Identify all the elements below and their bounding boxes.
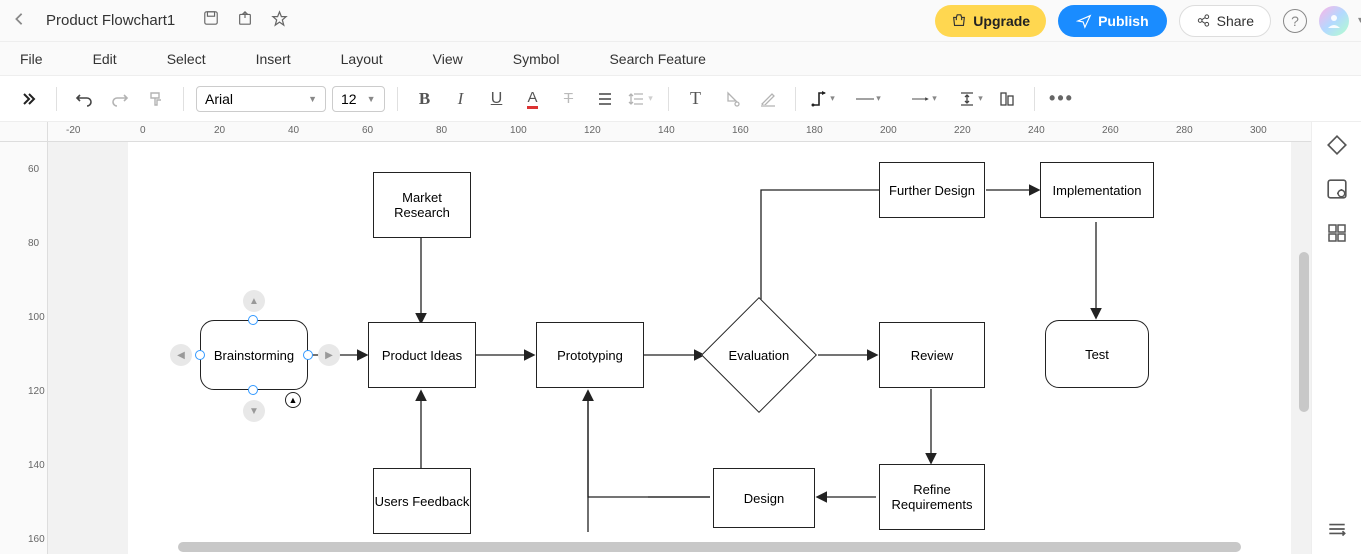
menu-insert[interactable]: Insert bbox=[256, 51, 291, 67]
spacing-icon[interactable]: ▾ bbox=[956, 84, 986, 114]
font-color-icon[interactable]: A bbox=[518, 84, 548, 114]
bold-icon[interactable]: B bbox=[410, 84, 440, 114]
node-eval[interactable]: Evaluation bbox=[718, 314, 800, 396]
sel-arrow-e[interactable]: ▶ bbox=[318, 344, 340, 366]
grid-panel-icon[interactable] bbox=[1324, 220, 1350, 246]
redo-icon[interactable] bbox=[105, 84, 135, 114]
sel-rotate-handle[interactable]: ▲ bbox=[285, 392, 301, 408]
clear-format-icon[interactable]: T bbox=[554, 84, 584, 114]
node-impl[interactable]: Implementation bbox=[1040, 162, 1154, 218]
underline-icon[interactable]: U bbox=[482, 84, 512, 114]
canvas[interactable]: Brainstorming ▲ ▼ ◀ ▶ ▲ Market Research … bbox=[48, 142, 1311, 554]
node-market[interactable]: Market Research bbox=[373, 172, 471, 238]
node-design[interactable]: Design bbox=[713, 468, 815, 528]
sel-handle-s[interactable] bbox=[248, 385, 258, 395]
node-brainstorming[interactable]: Brainstorming bbox=[200, 320, 308, 390]
ruler-left: 60 80 100 120 140 160 bbox=[0, 142, 48, 554]
toolbar: Arial▼ 12▼ B I U A T ▾ T ▾ ▾ ▾ ▾ ••• bbox=[0, 76, 1361, 122]
format-painter-icon[interactable] bbox=[141, 84, 171, 114]
workspace: -20 0 20 40 60 80 100 120 140 160 180 20… bbox=[0, 122, 1361, 554]
node-feedback[interactable]: Users Feedback bbox=[373, 468, 471, 534]
node-proto[interactable]: Prototyping bbox=[536, 322, 644, 388]
publish-button[interactable]: Publish bbox=[1058, 5, 1167, 37]
title-bar: Product Flowchart1 Upgrade Publish Share… bbox=[0, 0, 1361, 42]
title-right: Upgrade Publish Share ? bbox=[935, 5, 1349, 37]
save-icon[interactable] bbox=[203, 10, 219, 32]
help-icon[interactable]: ? bbox=[1283, 9, 1307, 33]
sel-handle-n[interactable] bbox=[248, 315, 258, 325]
align-icon[interactable] bbox=[590, 84, 620, 114]
connector-icon[interactable]: ▾ bbox=[808, 84, 838, 114]
size-select[interactable]: 12▼ bbox=[332, 86, 385, 112]
line-color-icon[interactable] bbox=[753, 84, 783, 114]
menu-search[interactable]: Search Feature bbox=[609, 51, 706, 67]
avatar[interactable] bbox=[1319, 6, 1349, 36]
back-icon[interactable] bbox=[12, 10, 26, 31]
theme-icon[interactable] bbox=[1324, 132, 1350, 158]
arrow-style-icon[interactable]: ▾ bbox=[900, 84, 950, 114]
node-further[interactable]: Further Design bbox=[879, 162, 985, 218]
star-icon[interactable] bbox=[271, 10, 288, 32]
sel-arrow-n[interactable]: ▲ bbox=[243, 290, 265, 312]
v-scrollbar[interactable] bbox=[1299, 252, 1309, 412]
sel-handle-w[interactable] bbox=[195, 350, 205, 360]
settings-panel-icon[interactable] bbox=[1324, 176, 1350, 202]
title-icons bbox=[203, 10, 288, 32]
line-style-icon[interactable]: ▾ bbox=[844, 84, 894, 114]
line-spacing-icon[interactable]: ▾ bbox=[626, 84, 656, 114]
node-test[interactable]: Test bbox=[1045, 320, 1149, 388]
menu-file[interactable]: File bbox=[20, 51, 43, 67]
ruler-corner bbox=[0, 122, 48, 142]
node-ideas[interactable]: Product Ideas bbox=[368, 322, 476, 388]
export-icon[interactable] bbox=[237, 10, 253, 32]
menu-select[interactable]: Select bbox=[167, 51, 206, 67]
layers-icon[interactable] bbox=[1324, 516, 1350, 542]
more-icon[interactable]: ••• bbox=[1047, 84, 1077, 114]
font-select[interactable]: Arial▼ bbox=[196, 86, 326, 112]
menu-layout[interactable]: Layout bbox=[341, 51, 383, 67]
doc-title: Product Flowchart1 bbox=[46, 12, 175, 29]
text-tool-icon[interactable]: T bbox=[681, 84, 711, 114]
fill-icon[interactable] bbox=[717, 84, 747, 114]
sel-arrow-s[interactable]: ▼ bbox=[243, 400, 265, 422]
sel-arrow-w[interactable]: ◀ bbox=[170, 344, 192, 366]
undo-icon[interactable] bbox=[69, 84, 99, 114]
menu-bar: File Edit Select Insert Layout View Symb… bbox=[0, 42, 1361, 76]
ruler-top: -20 0 20 40 60 80 100 120 140 160 180 20… bbox=[48, 122, 1311, 142]
canvas-margin-left bbox=[48, 142, 128, 554]
right-panel bbox=[1311, 122, 1361, 554]
upgrade-button[interactable]: Upgrade bbox=[935, 5, 1046, 37]
menu-view[interactable]: View bbox=[433, 51, 463, 67]
sel-handle-e[interactable] bbox=[303, 350, 313, 360]
expand-icon[interactable] bbox=[14, 84, 44, 114]
node-refine[interactable]: Refine Requirements bbox=[879, 464, 985, 530]
position-icon[interactable] bbox=[992, 84, 1022, 114]
share-button[interactable]: Share bbox=[1179, 5, 1271, 37]
menu-symbol[interactable]: Symbol bbox=[513, 51, 560, 67]
h-scrollbar[interactable] bbox=[178, 542, 1241, 552]
italic-icon[interactable]: I bbox=[446, 84, 476, 114]
menu-edit[interactable]: Edit bbox=[93, 51, 117, 67]
node-review[interactable]: Review bbox=[879, 322, 985, 388]
